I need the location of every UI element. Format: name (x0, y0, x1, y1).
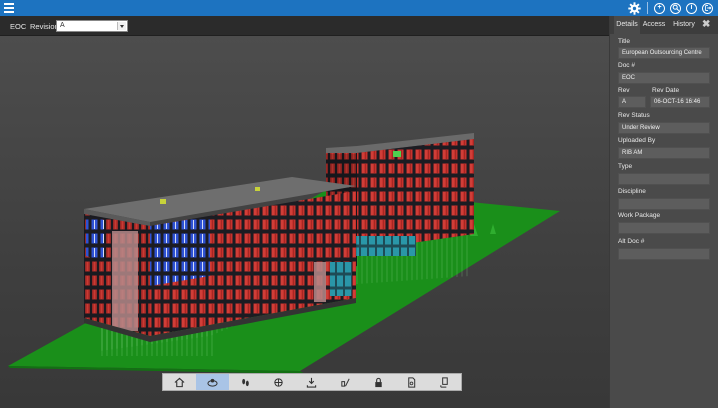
alt-doc-field[interactable] (618, 248, 710, 260)
revision-select[interactable]: A (56, 20, 128, 32)
rev-status-field[interactable]: Under Review (618, 122, 710, 134)
hamburger-icon[interactable] (4, 3, 14, 13)
top-bar: + i (0, 0, 718, 16)
rev-field[interactable]: A (618, 96, 646, 108)
lock-icon[interactable] (362, 374, 395, 390)
panel-tabs: Details Access History ✖ (610, 16, 718, 34)
title-label: Title (618, 38, 631, 45)
revision-label: Revision (30, 22, 59, 31)
download-icon[interactable] (295, 374, 328, 390)
work-package-label: Work Package (618, 212, 661, 219)
info-circle-icon[interactable]: i (686, 2, 697, 14)
tab-details[interactable]: Details (614, 16, 640, 34)
discipline-field[interactable] (618, 198, 710, 210)
revision-select-value: A (60, 22, 65, 29)
close-icon[interactable]: ✖ (702, 19, 710, 30)
title-field[interactable]: European Outsourcing Centre (618, 47, 710, 59)
pan-icon[interactable] (262, 374, 295, 390)
properties-icon[interactable] (428, 374, 461, 390)
home-icon[interactable] (163, 374, 196, 390)
gear-icon[interactable] (628, 1, 641, 15)
alt-doc-label: Alt Doc # (618, 238, 645, 245)
uploaded-by-field[interactable]: RIB AM (618, 147, 710, 159)
discipline-label: Discipline (618, 188, 646, 195)
document-toolbar: EOC Revision A (0, 16, 609, 36)
model-viewport[interactable] (0, 36, 609, 408)
type-field[interactable] (618, 173, 710, 185)
orbit-icon[interactable] (196, 374, 230, 390)
tab-access[interactable]: Access (642, 16, 666, 34)
top-bar-actions: + i (628, 0, 718, 16)
viewer-nav-toolbar (162, 373, 462, 391)
type-label: Type (618, 163, 633, 170)
document-details-panel: Details Access History ✖ Title European … (609, 16, 718, 408)
uploaded-by-label: Uploaded By (618, 137, 656, 144)
document-code: EOC (10, 22, 27, 31)
search-circle-icon[interactable] (670, 2, 681, 14)
rev-label: Rev (618, 87, 630, 94)
rev-date-field[interactable]: 06-OCT-16 16:46 (650, 96, 710, 108)
doc-number-label: Doc # (618, 62, 635, 69)
tab-history[interactable]: History (670, 16, 698, 34)
add-circle-icon[interactable]: + (654, 2, 665, 14)
chevron-down-icon[interactable] (117, 22, 126, 30)
top-bar-divider (647, 2, 648, 14)
document-icon[interactable] (395, 374, 428, 390)
doc-number-field[interactable]: EOC (618, 72, 710, 84)
walk-icon[interactable] (229, 374, 262, 390)
rev-status-label: Rev Status (618, 112, 650, 119)
work-package-field[interactable] (618, 222, 710, 234)
building-3d-model[interactable] (0, 36, 609, 408)
rev-date-label: Rev Date (652, 87, 680, 94)
logout-circle-icon[interactable] (702, 2, 713, 14)
markup-icon[interactable] (329, 374, 362, 390)
